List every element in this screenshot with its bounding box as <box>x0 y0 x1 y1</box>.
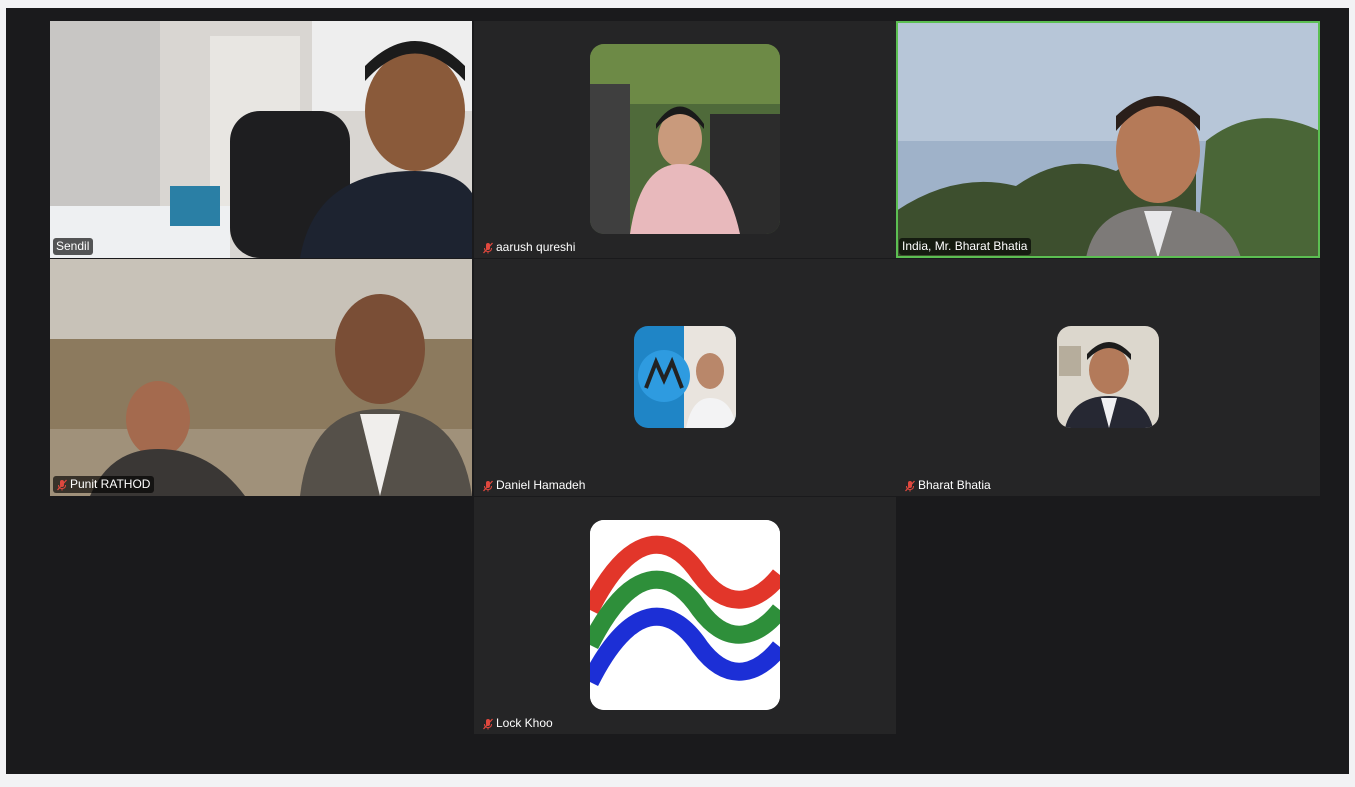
participant-name: Lock Khoo <box>496 716 553 730</box>
video-feed <box>50 21 472 258</box>
participant-name: India, Mr. Bharat Bhatia <box>902 239 1028 253</box>
participant-name-tag: Punit RATHOD <box>53 476 155 493</box>
participant-name-tag: Sendil <box>53 238 94 255</box>
participant-name-tag: India, Mr. Bharat Bhatia <box>899 238 1032 255</box>
participant-tile-sendil[interactable]: Sendil <box>50 21 472 258</box>
mic-muted-icon <box>482 718 494 730</box>
participant-name: Daniel Hamadeh <box>496 478 586 492</box>
participant-name-tag: Lock Khoo <box>479 715 557 732</box>
participant-name: aarush qureshi <box>496 240 576 254</box>
avatar <box>590 520 780 710</box>
wave-logo-icon <box>590 520 780 710</box>
video-gallery: Sendil aarush qureshi India, Mr. Bharat … <box>6 8 1349 774</box>
participant-name: Bharat Bhatia <box>918 478 991 492</box>
mic-muted-icon <box>904 480 916 492</box>
avatar <box>1057 326 1159 428</box>
avatar <box>634 326 736 428</box>
participant-name: Sendil <box>56 239 90 253</box>
participant-name-tag: Daniel Hamadeh <box>479 477 589 494</box>
participant-name-tag: Bharat Bhatia <box>901 477 995 494</box>
video-feed <box>50 259 472 496</box>
participant-tile-daniel-hamadeh[interactable]: Daniel Hamadeh <box>474 259 896 496</box>
video-feed <box>896 21 1320 258</box>
participant-tile-lock-khoo[interactable]: Lock Khoo <box>474 497 896 734</box>
mic-muted-icon <box>482 480 494 492</box>
participant-tile-punit-rathod[interactable]: Punit RATHOD <box>50 259 472 496</box>
mic-muted-icon <box>56 479 68 491</box>
participant-name-tag: aarush qureshi <box>479 239 579 256</box>
participant-tile-india-bharat-bhatia[interactable]: India, Mr. Bharat Bhatia <box>896 21 1320 258</box>
participant-tile-bharat-bhatia[interactable]: Bharat Bhatia <box>896 259 1320 496</box>
mic-muted-icon <box>482 242 494 254</box>
participant-name: Punit RATHOD <box>70 477 151 491</box>
avatar <box>590 44 780 234</box>
participant-tile-aarush-qureshi[interactable]: aarush qureshi <box>474 21 896 258</box>
